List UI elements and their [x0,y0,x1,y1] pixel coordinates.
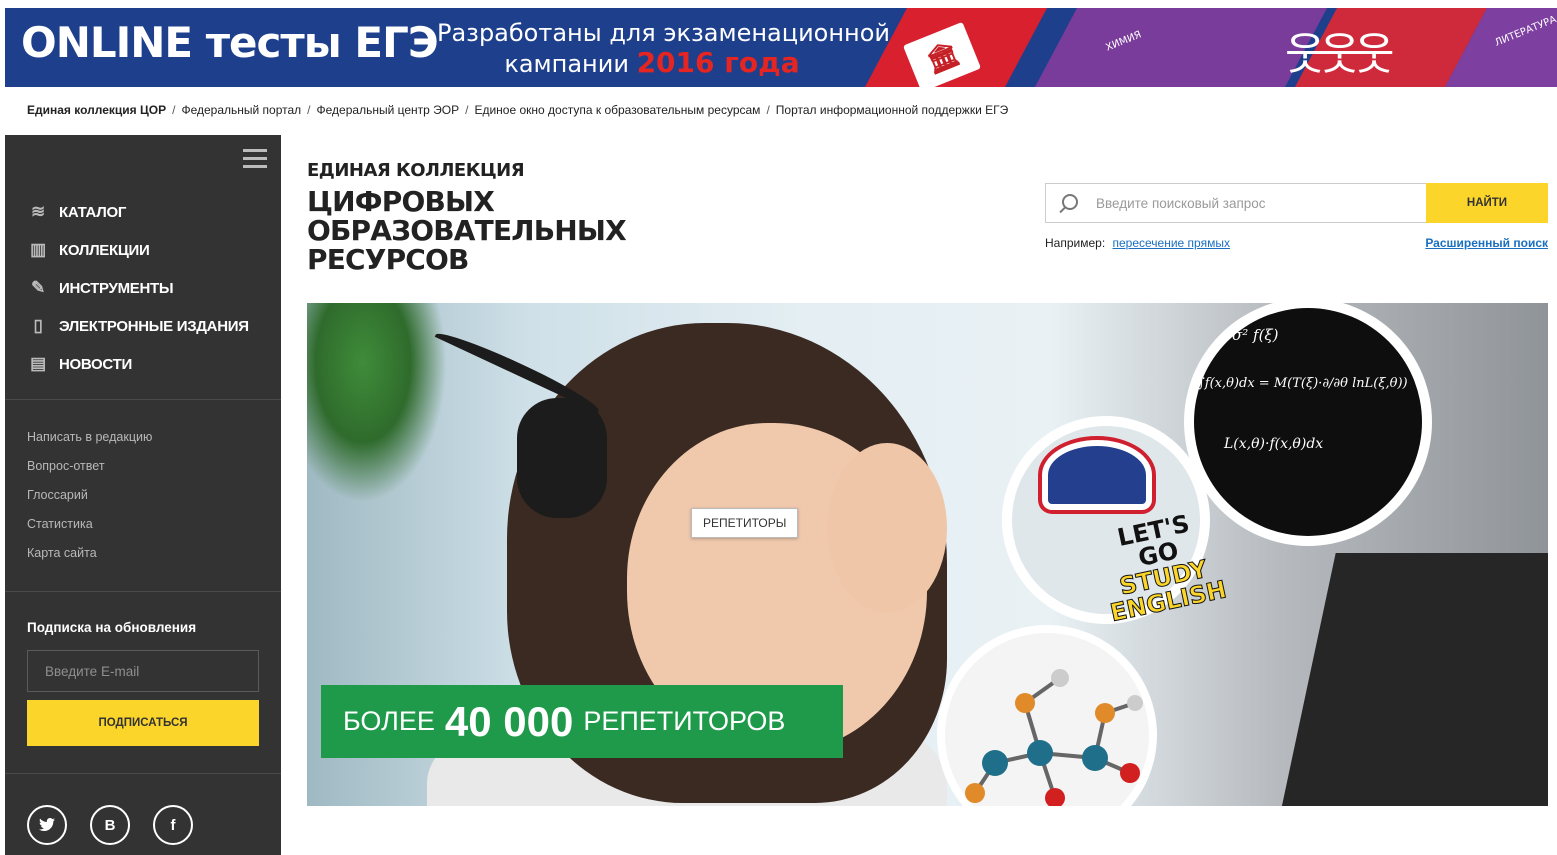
email-field[interactable] [27,650,259,692]
twitter-icon[interactable] [27,805,67,845]
pencil-icon: ✎ [31,278,45,297]
sidebar-item-label: ИНСТРУМЕНТЫ [59,279,174,297]
sidebar-item-label: КОЛЛЕКЦИИ [59,241,150,259]
hero-banner[interactable]: σ² f(ξ) ∫f(x,θ)dx = M(T(ξ)·∂/∂θ lnL(ξ,θ)… [307,303,1548,806]
search-example: Например: пересечение прямых [1045,236,1230,250]
headphones-icon [517,398,607,518]
page-subtitle: ЕДИНАЯ КОЛЛЕКЦИЯ [307,160,525,181]
news-icon: ▤ [30,354,46,373]
tutors-tooltip[interactable]: РЕПЕТИТОРЫ [691,508,799,538]
facebook-icon[interactable]: f [153,805,193,845]
sidebar: ≋ КАТАЛОГ ▥ КОЛЛЕКЦИИ ✎ ИНСТРУМЕНТЫ ▯ ЭЛ… [5,135,281,855]
vk-icon[interactable]: В [90,805,130,845]
sidebar-item-catalog[interactable]: ≋ КАТАЛОГ [27,193,249,231]
social-links: В f [27,805,216,845]
breadcrumb: Единая коллекция ЦОР / Федеральный портал /… [27,103,1008,117]
tablet-icon: ▯ [33,316,43,335]
sidebar-nav: ≋ КАТАЛОГ ▥ КОЛЛЕКЦИИ ✎ ИНСТРУМЕНТЫ ▯ ЭЛ… [27,193,249,383]
promo-prefix: БОЛЕЕ [343,706,435,736]
link-sitemap[interactable]: Карта сайта [27,543,152,572]
sidebar-divider [5,773,281,774]
molecule-bubble [937,625,1157,806]
breadcrumb-item[interactable]: Единая коллекция ЦОР [27,103,166,117]
page-title: ЦИФРОВЫХ ОБРАЗОВАТЕЛЬНЫХ РЕСУРСОВ [307,185,627,276]
search-icon [1062,194,1078,210]
banner-title: ONLINE тесты ЕГЭ [21,18,439,67]
page-title-line: ОБРАЗОВАТЕЛЬНЫХ [307,214,627,247]
sidebar-item-e-publications[interactable]: ▯ ЭЛЕКТРОННЫЕ ИЗДАНИЯ [27,307,249,345]
sidebar-item-tools[interactable]: ✎ ИНСТРУМЕНТЫ [27,269,249,307]
link-faq[interactable]: Вопрос-ответ [27,456,152,485]
subscribe-title: Подписка на обновления [27,620,197,635]
formula-bubble-inner: σ² f(ξ) ∫f(x,θ)dx = M(T(ξ)·∂/∂θ lnL(ξ,θ)… [1194,308,1422,536]
sidebar-divider [5,591,281,592]
molecule-icon [965,669,1143,806]
banner-tagline-line2: кампании 2016 года [437,48,867,79]
banner-tagline: Разработаны для экзаменационной кампании… [437,18,891,79]
page-title-line: РЕСУРСОВ [307,243,469,276]
promo-suffix: РЕПЕТИТОРОВ [583,706,786,736]
link-statistics[interactable]: Статистика [27,514,152,543]
promo-banner[interactable]: БОЛЕЕ 40 000 РЕПЕТИТОРОВ [321,685,843,758]
banner-stripe [1035,8,1328,87]
sidebar-item-collections[interactable]: ▥ КОЛЛЕКЦИИ [27,231,249,269]
museum-icon: 🏛 [921,36,964,77]
breadcrumb-item[interactable]: Единое окно доступа к образовательным ре… [474,103,760,117]
banner-year: 2016 года [636,46,800,79]
page-title-line: ЦИФРОВЫХ [307,185,495,218]
banner-tagline-line1: Разработаны для экзаменационной [437,19,891,47]
sidebar-item-label: ЭЛЕКТРОННЫЕ ИЗДАНИЯ [59,317,249,335]
molecule-bubble-inner [945,633,1149,806]
search-button[interactable]: НАЙТИ [1426,183,1548,223]
promo-number: 40 000 [444,697,574,745]
link-write-editorial[interactable]: Написать в редакцию [27,427,152,456]
formula-text: ∫f(x,θ)dx = M(T(ξ)·∂/∂θ lnL(ξ,θ)) [1198,376,1408,391]
english-bubble-inner: LET'S GO STUDY ENGLISH [1012,426,1229,628]
sidebar-divider [5,399,281,400]
breadcrumb-separator: / [172,103,176,117]
hero-hand [827,443,947,613]
english-text: LET'S GO STUDY ENGLISH [1093,507,1229,628]
sidebar-item-label: НОВОСТИ [59,355,132,373]
sidebar-item-news[interactable]: ▤ НОВОСТИ [27,345,249,383]
hero-laptop [1278,553,1548,806]
breadcrumb-item[interactable]: Портал информационной поддержки ЕГЭ [776,103,1008,117]
uk-flag-icon [1038,436,1156,514]
english-bubble: LET'S GO STUDY ENGLISH [1002,416,1229,628]
banner-tagline-prefix: кампании [504,50,629,78]
advanced-search-link[interactable]: Расширенный поиск [1425,236,1548,250]
books-icon: ▥ [30,240,46,259]
search-example-link[interactable]: пересечение прямых [1113,236,1230,250]
sidebar-links: Написать в редакцию Вопрос-ответ Глоссар… [27,427,152,572]
search-box: НАЙТИ [1045,183,1548,223]
people-icon: 웃웃웃 [1285,29,1394,80]
hamburger-menu-icon[interactable] [243,149,267,169]
search-example-label: Например: [1045,236,1106,250]
breadcrumb-separator: / [766,103,770,117]
subscribe-button[interactable]: ПОДПИСАТЬСЯ [27,700,259,746]
layers-icon: ≋ [31,202,45,221]
formula-bubble: σ² f(ξ) ∫f(x,θ)dx = M(T(ξ)·∂/∂θ lnL(ξ,θ)… [1184,303,1432,546]
ege-banner[interactable]: ONLINE тесты ЕГЭ Разработаны для экзамен… [5,8,1557,87]
formula-text: σ² f(ξ) [1232,326,1279,344]
breadcrumb-separator: / [465,103,469,117]
hero-plant [307,303,447,503]
breadcrumb-item[interactable]: Федеральный центр ЭОР [317,103,460,117]
sidebar-item-label: КАТАЛОГ [59,203,127,221]
formula-text: L(x,θ)·f(x,θ)dx [1224,436,1324,452]
search-input[interactable] [1096,184,1426,222]
breadcrumb-separator: / [307,103,311,117]
link-glossary[interactable]: Глоссарий [27,485,152,514]
breadcrumb-item[interactable]: Федеральный портал [181,103,301,117]
